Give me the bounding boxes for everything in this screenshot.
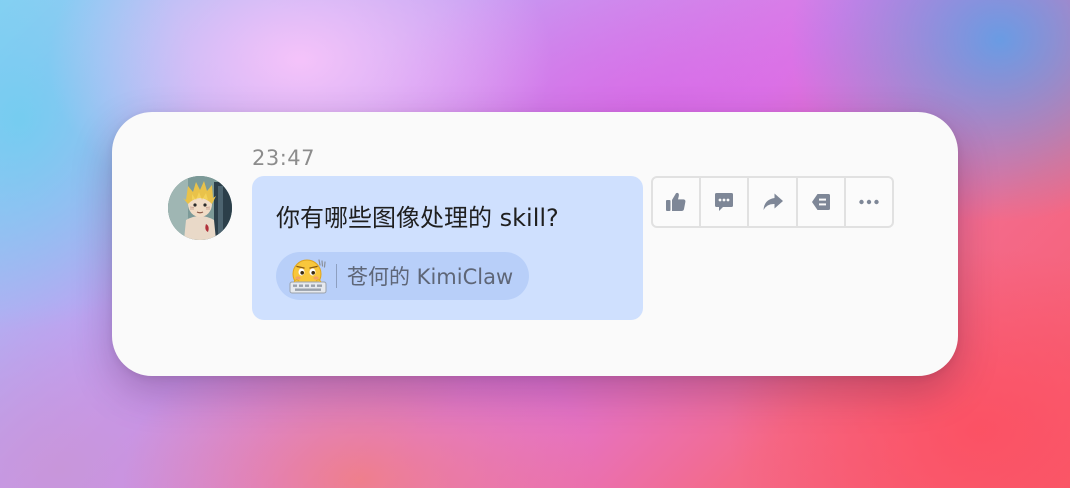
forward-arrow-icon [763,193,783,210]
message-timestamp: 23:47 [252,146,316,170]
quote-icon [811,194,830,210]
comment-button[interactable] [701,178,750,226]
anime-avatar-icon [168,176,232,240]
avatar[interactable] [168,176,232,240]
message-action-toolbar [651,176,894,228]
like-button[interactable] [653,178,702,226]
more-dots-icon [859,199,879,205]
thumbs-up-icon [666,192,686,211]
more-button[interactable] [846,178,892,226]
attribution-label: 苍何的 KimiClaw [347,265,514,289]
message-bubble[interactable]: 你有哪些图像处理的 skill? 苍何的 KimiClaw [252,176,643,320]
quote-button[interactable] [798,178,846,226]
message-card: 23:47 你有哪些图像处理的 skill? 苍何的 KimiClaw [112,112,958,376]
message-text: 你有哪些图像处理的 skill? [276,204,559,232]
attribution-divider [336,264,337,288]
bot-attribution-chip[interactable]: 苍何的 KimiClaw [276,252,530,300]
forward-button[interactable] [749,178,798,226]
typing-face-emoji-icon [289,259,327,294]
comment-icon [715,193,734,211]
